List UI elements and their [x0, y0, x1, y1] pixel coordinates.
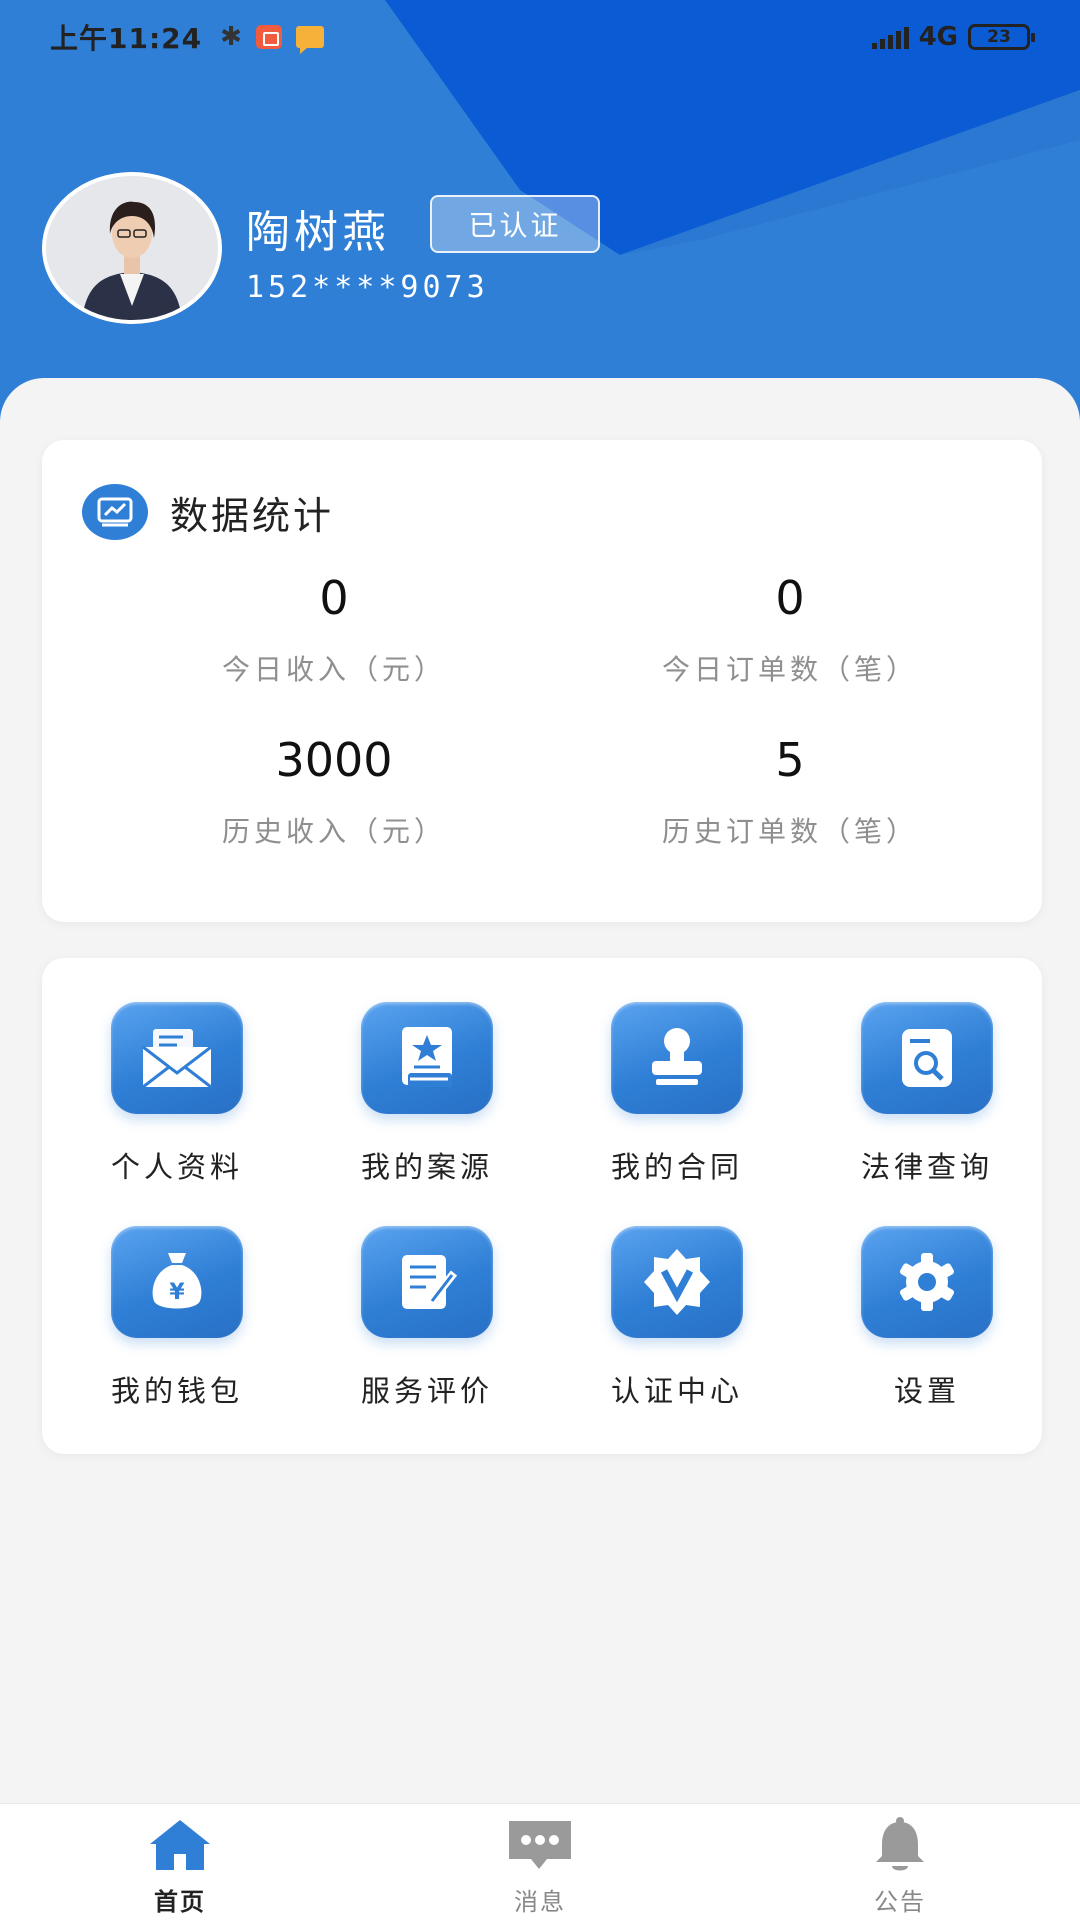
tab-label: 首页 [154, 1888, 206, 1916]
stamp-icon [611, 1002, 743, 1114]
user-name: 陶树燕 [246, 207, 390, 258]
menu-label: 个人资料 [110, 1150, 243, 1184]
doc-search-icon [861, 1002, 993, 1114]
tab-home[interactable]: 首页 [70, 1814, 290, 1917]
menu-item-profile[interactable]: 个人资料 [62, 1002, 292, 1186]
stat-label: 历史收入（元） [221, 815, 446, 848]
tab-messages[interactable]: 消息 [430, 1814, 650, 1917]
stat-value: 5 [775, 733, 805, 787]
status-bar: 上午11:24 ✱ 4G 23 [0, 0, 1080, 74]
tab-label: 公告 [874, 1888, 926, 1916]
tab-label: 消息 [514, 1888, 566, 1916]
home-icon [70, 1814, 290, 1876]
stat-history-orders: 5 历史订单数（笔） [580, 730, 1000, 850]
menu-label: 我的案源 [360, 1150, 493, 1184]
mail-icon [111, 1002, 243, 1114]
menu-item-settings[interactable]: 设置 [812, 1226, 1042, 1410]
network-type: 4G [918, 22, 958, 52]
stat-label: 今日订单数（笔） [661, 653, 918, 686]
stats-title: 数据统计 [170, 493, 335, 538]
stat-today-income: 0 今日收入（元） [124, 568, 544, 688]
user-phone: 152****9073 [246, 270, 489, 305]
menu-item-reviews[interactable]: 服务评价 [312, 1226, 542, 1410]
stat-value: 0 [775, 571, 805, 625]
money-bag-icon: ¥ [111, 1226, 243, 1338]
menu-label: 服务评价 [360, 1374, 493, 1408]
avatar[interactable] [42, 172, 222, 324]
book-star-icon [361, 1002, 493, 1114]
edit-doc-icon [361, 1226, 493, 1338]
verify-badge-icon [611, 1226, 743, 1338]
menu-label: 认证中心 [610, 1374, 743, 1408]
stat-label: 历史订单数（笔） [661, 815, 918, 848]
menu-card: 个人资料 我的案源 我的合同 法律查询 ¥ 我的钱包 服务评价 认证中心 设置 [42, 958, 1042, 1454]
bottom-tab-bar: 首页 消息 公告 [0, 1803, 1080, 1920]
stats-card: 数据统计 0 今日收入（元） 0 今日订单数（笔） 3000 历史收入（元） 5… [42, 440, 1042, 922]
stat-value: 0 [319, 571, 349, 625]
menu-item-cases[interactable]: 我的案源 [312, 1002, 542, 1186]
menu-item-contracts[interactable]: 我的合同 [562, 1002, 792, 1186]
notification-app-icon [255, 25, 282, 49]
chat-icon [430, 1814, 650, 1876]
verified-badge: 已认证 [430, 195, 600, 253]
svg-text:¥: ¥ [169, 1280, 185, 1305]
signal-icon [871, 25, 909, 49]
menu-label: 设置 [893, 1374, 960, 1408]
menu-item-legal-search[interactable]: 法律查询 [812, 1002, 1042, 1186]
menu-item-certification[interactable]: 认证中心 [562, 1226, 792, 1410]
stat-value: 3000 [275, 733, 393, 787]
menu-item-wallet[interactable]: ¥ 我的钱包 [62, 1226, 292, 1410]
stats-header: 数据统计 [82, 484, 334, 540]
message-notification-icon [295, 26, 324, 54]
menu-label: 法律查询 [860, 1150, 993, 1184]
gear-icon [861, 1226, 993, 1338]
bluetooth-icon: ✱ [220, 22, 242, 52]
stat-label: 今日收入（元） [221, 653, 446, 686]
chart-trend-icon [82, 484, 148, 540]
status-time: 上午11:24 [50, 22, 203, 55]
stat-history-income: 3000 历史收入（元） [124, 730, 544, 850]
menu-label: 我的合同 [610, 1150, 743, 1184]
tab-announcements[interactable]: 公告 [790, 1814, 1010, 1917]
stat-today-orders: 0 今日订单数（笔） [580, 568, 1000, 688]
menu-label: 我的钱包 [110, 1374, 243, 1408]
bell-icon [790, 1814, 1010, 1876]
battery-icon: 23 [968, 24, 1035, 50]
